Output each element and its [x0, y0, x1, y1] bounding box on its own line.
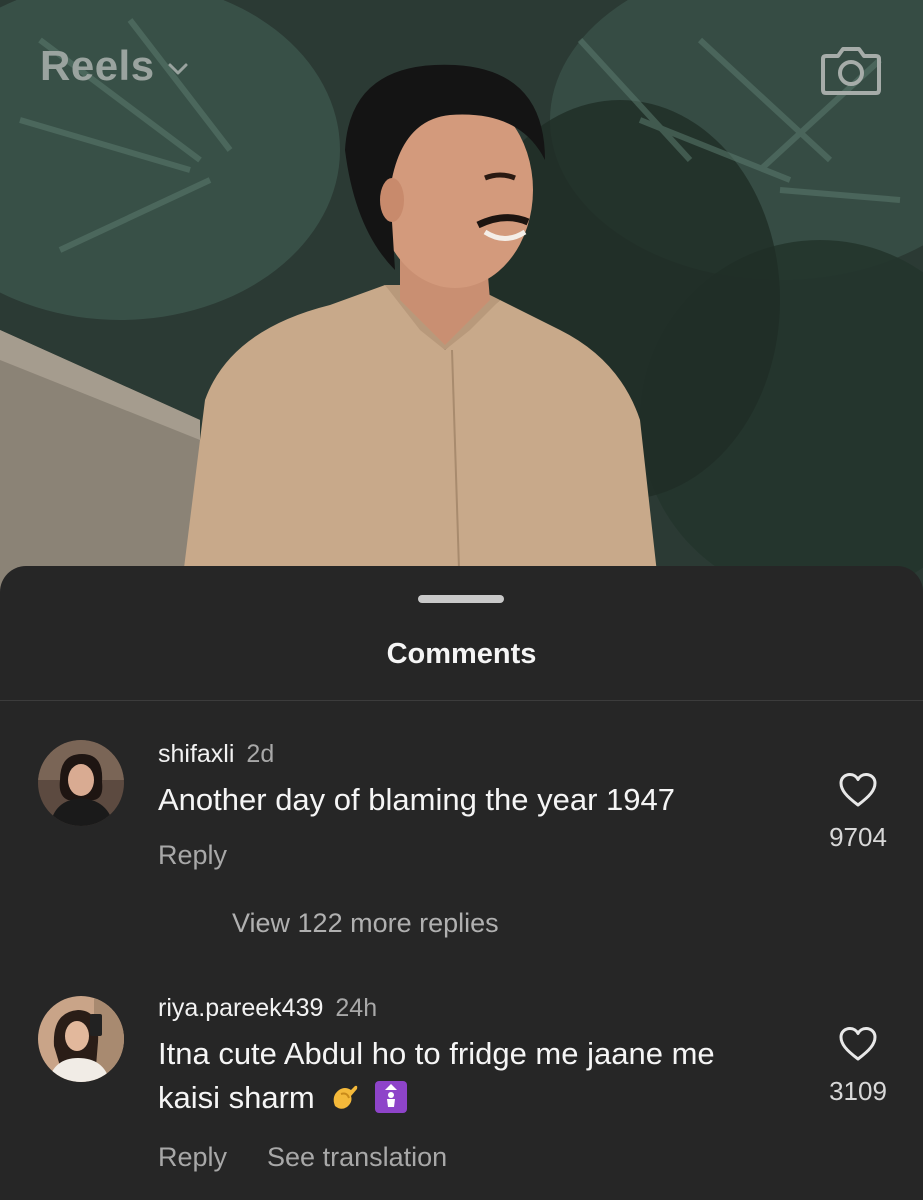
comment-text-line: Itna cute Abdul ho to fridge me jaane me — [158, 1036, 715, 1071]
reels-title[interactable]: Reels — [40, 42, 155, 90]
comment-text: Itna cute Abdul ho to fridge me jaane me… — [158, 1032, 778, 1120]
divider — [0, 700, 923, 701]
comment-text-line-2: kaisi sharm — [158, 1076, 778, 1120]
view-replies-button[interactable]: View 122 more replies — [232, 908, 499, 939]
comment-time: 2d — [246, 740, 275, 768]
username[interactable]: riya.pareek439 — [158, 994, 323, 1023]
comment-text-line: kaisi sharm — [158, 1080, 315, 1115]
avatar[interactable] — [38, 740, 124, 826]
person-in-lift-emoji — [375, 1081, 408, 1113]
chevron-down-icon[interactable] — [167, 58, 189, 80]
comment-actions: Reply See translation — [158, 1142, 447, 1173]
comment-meta: riya.pareek439 24h — [158, 994, 377, 1023]
reply-button[interactable]: Reply — [158, 1142, 227, 1173]
like-count: 9704 — [829, 822, 887, 852]
pinching-hand-emoji — [334, 1085, 358, 1109]
comment-actions: Reply — [158, 840, 227, 871]
see-translation-button[interactable]: See translation — [267, 1142, 447, 1173]
comment-time: 24h — [335, 994, 378, 1022]
heart-icon[interactable] — [838, 1026, 878, 1062]
reply-button[interactable]: Reply — [158, 840, 227, 871]
avatar[interactable] — [38, 996, 124, 1082]
camera-icon[interactable] — [820, 44, 882, 96]
heart-icon[interactable] — [838, 772, 878, 808]
reel-video[interactable]: Reels — [0, 0, 923, 600]
comments-sheet: Comments shifaxli 2d Another day of blam… — [0, 566, 923, 1200]
like-control[interactable]: 3109 — [818, 1026, 898, 1107]
comment-meta: shifaxli 2d — [158, 740, 274, 769]
comment-text: Another day of blaming the year 1947 — [158, 782, 676, 817]
drag-handle[interactable] — [418, 595, 504, 603]
like-control[interactable]: 9704 — [818, 772, 898, 853]
comments-title: Comments — [386, 638, 537, 670]
reels-header[interactable]: Reels — [40, 42, 189, 90]
like-count: 3109 — [829, 1076, 887, 1106]
reel-video-frame — [0, 0, 923, 600]
username[interactable]: shifaxli — [158, 740, 234, 769]
